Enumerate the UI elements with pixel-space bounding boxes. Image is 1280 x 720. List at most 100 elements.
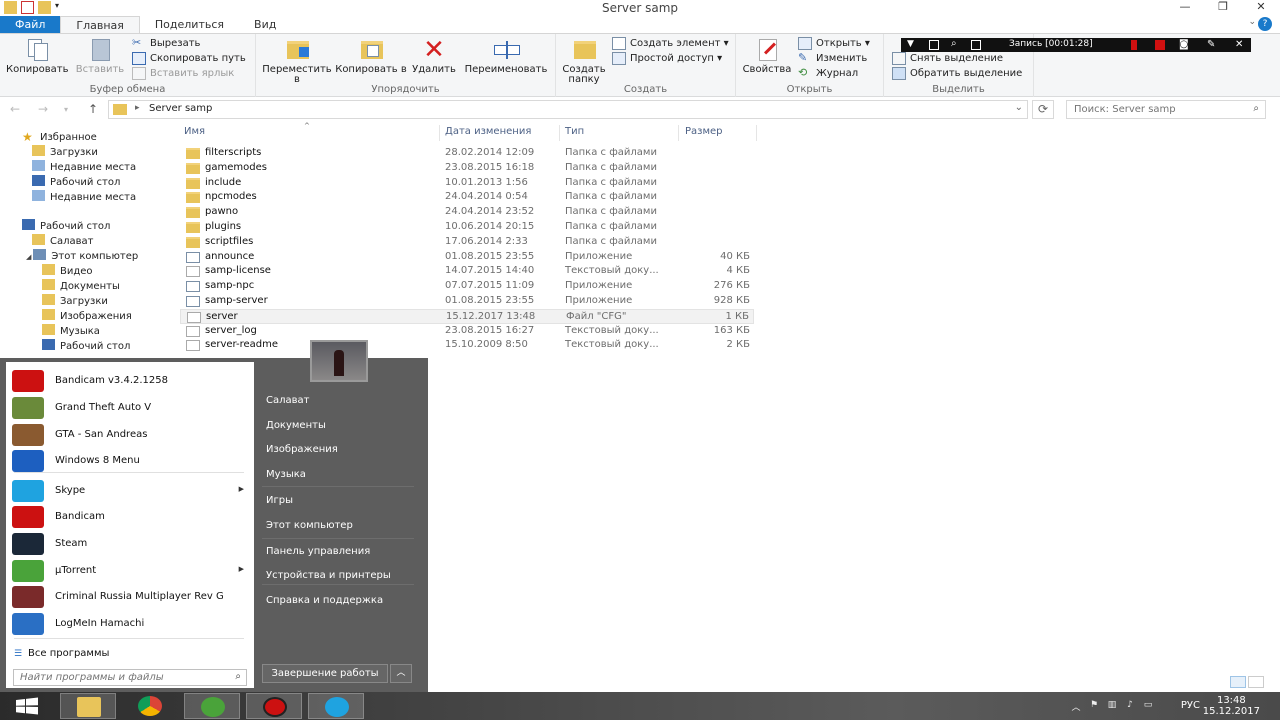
table-row[interactable]: plugins 10.06.2014 20:15 Папка с файлами bbox=[180, 220, 754, 235]
start-link-item[interactable]: Игры bbox=[266, 495, 293, 506]
nav-videos[interactable]: Видео bbox=[42, 264, 93, 279]
nav-desktop-pc[interactable]: Рабочий стол bbox=[42, 339, 130, 354]
search-icon[interactable]: ⌕ bbox=[235, 671, 241, 682]
invert-selection-button[interactable]: Обратить выделение bbox=[892, 66, 1022, 81]
table-row[interactable]: scriptfiles 17.06.2014 2:33 Папка с файлам… bbox=[180, 235, 754, 250]
start-program-item[interactable]: Steam bbox=[12, 531, 248, 557]
nav-desktop[interactable]: Рабочий стол bbox=[22, 219, 110, 234]
table-row[interactable]: server 15.12.2017 13:48 Файл "CFG" 1 КБ bbox=[180, 308, 754, 324]
start-link-item[interactable]: Документы bbox=[266, 420, 326, 431]
recent-locations-icon[interactable]: ▾ bbox=[64, 105, 68, 114]
magnifier-icon[interactable]: ⌕ bbox=[951, 38, 961, 49]
shutdown-options-button[interactable]: ︿ bbox=[390, 664, 412, 683]
shutdown-button[interactable]: Завершение работы bbox=[262, 664, 388, 683]
nav-desktop-fav[interactable]: Рабочий стол bbox=[32, 175, 120, 190]
tab-view[interactable]: Вид bbox=[239, 16, 291, 33]
nav-pictures[interactable]: Изображения bbox=[42, 309, 132, 324]
clock[interactable]: 13:48 15.12.2017 bbox=[1203, 695, 1260, 717]
column-header-size[interactable]: Размер bbox=[685, 126, 723, 137]
start-program-item[interactable]: GTA - San Andreas bbox=[12, 422, 248, 448]
chevron-down-icon[interactable]: ▼ bbox=[907, 39, 917, 49]
column-separator[interactable] bbox=[439, 125, 440, 141]
close-button[interactable]: ✕ bbox=[1242, 0, 1280, 16]
table-row[interactable]: server-readme 15.10.2009 8:50 Текстовый до… bbox=[180, 338, 754, 353]
table-row[interactable]: samp-server 01.08.2015 23:55 Приложение 928… bbox=[180, 294, 754, 309]
nav-recent-places[interactable]: Недавние места bbox=[32, 160, 136, 175]
maximize-button[interactable]: ❐ bbox=[1204, 0, 1242, 16]
details-view-icon[interactable] bbox=[1230, 676, 1246, 688]
nav-this-pc[interactable]: ◢ Этот компьютер bbox=[26, 249, 138, 264]
table-row[interactable]: include 10.01.2013 1:56 Папка с файлами bbox=[180, 176, 754, 191]
copy-to-button[interactable]: Копировать в bbox=[334, 37, 408, 75]
chevron-down-icon[interactable]: ⌄ bbox=[1248, 17, 1256, 27]
tab-share[interactable]: Поделиться bbox=[140, 16, 239, 33]
network-icon[interactable]: ▥ bbox=[1106, 700, 1118, 712]
start-link-item[interactable]: Салават bbox=[266, 395, 309, 406]
start-link-item[interactable]: Изображения bbox=[266, 444, 338, 455]
chevron-down-icon[interactable]: ◢ bbox=[26, 253, 31, 261]
start-program-item[interactable]: LogMeIn Hamachi bbox=[12, 611, 248, 637]
stop-icon[interactable] bbox=[1155, 40, 1165, 50]
paste-shortcut-button[interactable]: Вставить ярлык bbox=[132, 66, 234, 81]
start-link-item[interactable]: Устройства и принтеры bbox=[266, 570, 391, 581]
flag-icon[interactable]: ⚑ bbox=[1088, 700, 1100, 712]
start-link-item[interactable]: Панель управления bbox=[266, 546, 370, 557]
start-program-item[interactable]: Bandicam v3.4.2.1258 bbox=[12, 368, 248, 394]
table-row[interactable]: samp-license 14.07.2015 14:40 Текстовый до… bbox=[180, 264, 754, 279]
delete-button[interactable]: ✕ Удалить bbox=[410, 37, 458, 75]
start-link-item[interactable]: Этот компьютер bbox=[266, 520, 353, 531]
large-icons-view-icon[interactable] bbox=[1248, 676, 1264, 688]
windows-logo-icon[interactable] bbox=[14, 697, 40, 715]
breadcrumb[interactable]: Server samp bbox=[149, 103, 212, 114]
pen-icon[interactable]: ✎ bbox=[1207, 39, 1217, 50]
forward-arrow-icon[interactable]: → bbox=[38, 102, 48, 116]
taskbar-utorrent[interactable] bbox=[184, 693, 240, 719]
table-row[interactable]: gamemodes 23.08.2015 16:18 Папка с файлами bbox=[180, 161, 754, 176]
nav-favorites[interactable]: ★ Избранное bbox=[22, 130, 97, 145]
language-indicator[interactable]: РУС bbox=[1181, 700, 1200, 711]
start-program-item[interactable]: Criminal Russia Multiplayer Rev G bbox=[12, 584, 248, 610]
history-button[interactable]: ⟲ Журнал bbox=[798, 66, 858, 81]
up-arrow-icon[interactable]: ↑ bbox=[88, 102, 98, 116]
nav-recent-places-2[interactable]: Недавние места bbox=[32, 190, 136, 205]
back-arrow-icon[interactable]: ← bbox=[10, 102, 20, 116]
start-search-box[interactable]: ⌕ bbox=[13, 669, 247, 686]
start-search-input[interactable] bbox=[20, 670, 225, 685]
all-programs-button[interactable]: ☰ Все программы bbox=[14, 648, 109, 659]
column-separator[interactable] bbox=[559, 125, 560, 141]
taskbar-explorer[interactable] bbox=[60, 693, 116, 719]
window-icon[interactable] bbox=[929, 40, 939, 50]
help-icon[interactable]: ? bbox=[1258, 17, 1272, 31]
new-folder-button[interactable]: Создать папку bbox=[558, 37, 610, 85]
pause-icon[interactable] bbox=[1131, 40, 1137, 50]
column-header-name[interactable]: Имя bbox=[184, 126, 205, 137]
cut-button[interactable]: ✂ Вырезать bbox=[132, 36, 200, 51]
start-link-item[interactable]: Музыка bbox=[266, 469, 306, 480]
fullscreen-icon[interactable] bbox=[971, 40, 981, 50]
start-link-item[interactable]: Справка и поддержка bbox=[266, 595, 383, 606]
taskbar-bandicam[interactable] bbox=[246, 693, 302, 719]
copy-path-button[interactable]: Скопировать путь bbox=[132, 51, 246, 66]
nav-user[interactable]: Салават bbox=[32, 234, 93, 249]
table-row[interactable]: npcmodes 24.04.2014 0:54 Папка с файлами bbox=[180, 190, 754, 205]
nav-music[interactable]: Музыка bbox=[42, 324, 100, 339]
search-icon[interactable]: ⌕ bbox=[1253, 103, 1259, 114]
tab-home[interactable]: Главная bbox=[60, 16, 140, 33]
easy-access-button[interactable]: Простой доступ ▾ bbox=[612, 51, 722, 66]
copy-button[interactable]: Копировать bbox=[6, 37, 68, 75]
search-input[interactable] bbox=[1074, 101, 1244, 118]
select-none-button[interactable]: Снять выделение bbox=[892, 51, 1003, 66]
start-program-item[interactable]: µTorrent ▶ bbox=[12, 558, 248, 584]
start-program-item[interactable]: Grand Theft Auto V bbox=[12, 395, 248, 421]
column-header-date[interactable]: Дата изменения bbox=[445, 126, 531, 137]
table-row[interactable]: filterscripts 28.02.2014 12:09 Папка с фай… bbox=[180, 146, 754, 161]
chevron-right-icon[interactable]: ▸ bbox=[135, 103, 140, 113]
nav-downloads[interactable]: Загрузки bbox=[32, 145, 98, 160]
camera-icon[interactable]: ◙ bbox=[1179, 39, 1189, 50]
start-program-item[interactable]: Bandicam bbox=[12, 504, 248, 530]
column-separator[interactable] bbox=[678, 125, 679, 141]
address-box[interactable]: ▸ Server samp ⌄ bbox=[108, 100, 1028, 119]
close-icon[interactable]: ✕ bbox=[1235, 39, 1245, 50]
search-box[interactable]: ⌕ bbox=[1066, 100, 1266, 119]
volume-icon[interactable]: ♪ bbox=[1124, 700, 1136, 712]
